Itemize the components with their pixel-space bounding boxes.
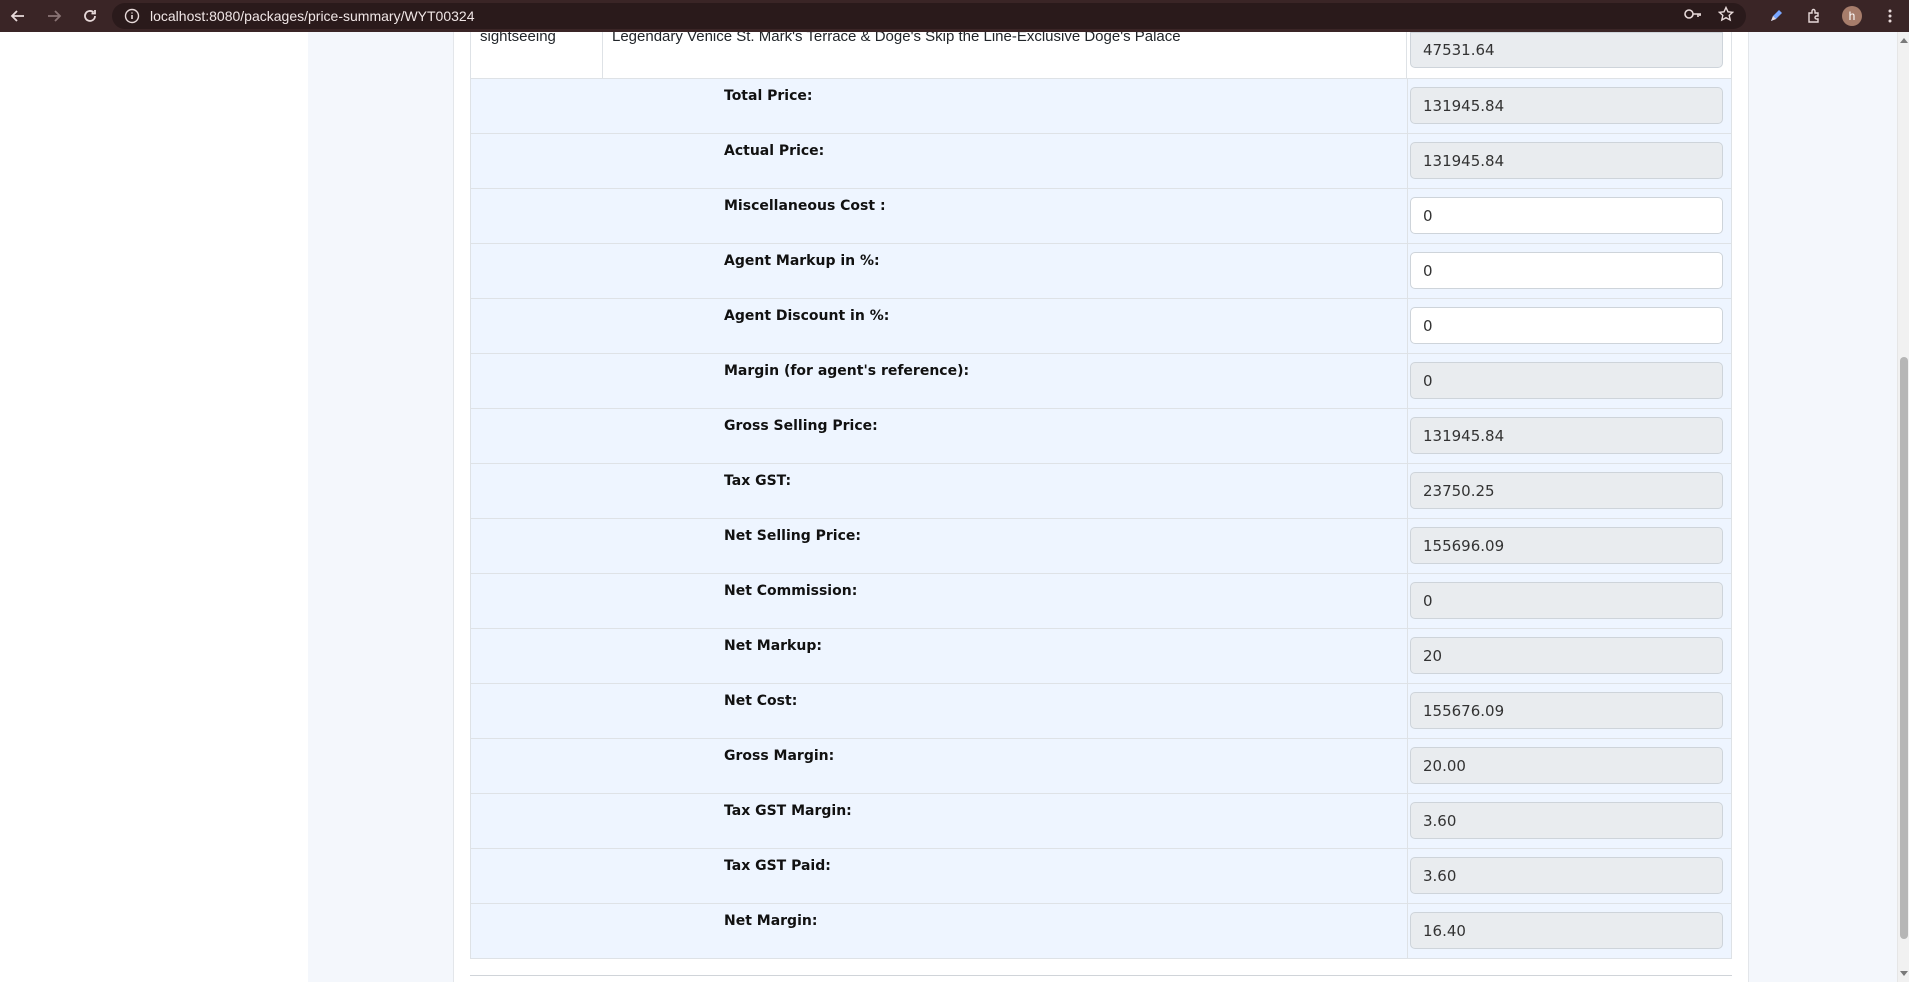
summary-row: Net Commission: 0 bbox=[471, 573, 1731, 628]
column-divider bbox=[1407, 849, 1408, 903]
summary-label: Total Price: bbox=[724, 88, 813, 104]
summary-row: Agent Discount in %: 0 bbox=[471, 298, 1731, 353]
summary-row: Net Selling Price: 155696.09 bbox=[471, 518, 1731, 573]
summary-label: Agent Markup in %: bbox=[724, 253, 880, 269]
summary-label: Net Commission: bbox=[724, 583, 858, 599]
summary-label: Net Selling Price: bbox=[724, 528, 861, 544]
forward-icon[interactable] bbox=[36, 0, 72, 32]
summary-readonly-field: 131945.84 bbox=[1410, 142, 1723, 179]
summary-row: Miscellaneous Cost : 0 bbox=[471, 188, 1731, 243]
menu-icon[interactable] bbox=[1871, 0, 1909, 32]
section-divider bbox=[470, 975, 1732, 976]
summary-label: Tax GST Paid: bbox=[724, 858, 831, 874]
column-divider bbox=[1407, 574, 1408, 628]
summary-readonly-field: 16.40 bbox=[1410, 912, 1723, 949]
service-type-cell: sightseeing bbox=[471, 32, 603, 78]
summary-label: Net Markup: bbox=[724, 638, 822, 654]
column-divider bbox=[1407, 739, 1408, 793]
column-divider bbox=[1407, 464, 1408, 518]
column-divider bbox=[1407, 904, 1408, 958]
summary-row: Net Cost: 155676.09 bbox=[471, 683, 1731, 738]
avatar: h bbox=[1842, 6, 1862, 26]
summary-label: Actual Price: bbox=[724, 143, 825, 159]
service-type-text: sightseeing bbox=[480, 32, 556, 45]
scroll-up-icon[interactable] bbox=[1900, 38, 1908, 43]
column-divider bbox=[1407, 409, 1408, 463]
summary-input[interactable]: 0 bbox=[1410, 307, 1723, 344]
summary-readonly-field: 3.60 bbox=[1410, 802, 1723, 839]
column-divider bbox=[1407, 79, 1408, 133]
pen-icon[interactable] bbox=[1757, 0, 1795, 32]
column-divider bbox=[1407, 354, 1408, 408]
column-divider bbox=[1407, 134, 1408, 188]
summary-label: Margin (for agent's reference): bbox=[724, 363, 970, 379]
back-icon[interactable] bbox=[0, 0, 36, 32]
summary-label: Miscellaneous Cost : bbox=[724, 198, 886, 214]
summary-row: Gross Margin: 20.00 bbox=[471, 738, 1731, 793]
summary-input[interactable]: 0 bbox=[1410, 197, 1723, 234]
summary-label: Gross Margin: bbox=[724, 748, 835, 764]
summary-row: Tax GST Paid: 3.60 bbox=[471, 848, 1731, 903]
reload-icon[interactable] bbox=[72, 0, 108, 32]
summary-label: Gross Selling Price: bbox=[724, 418, 878, 434]
summary-readonly-field: 0 bbox=[1410, 362, 1723, 399]
summary-label: Net Margin: bbox=[724, 913, 818, 929]
url-text[interactable]: localhost:8080/packages/price-summary/WY… bbox=[150, 8, 475, 24]
profile-avatar[interactable]: h bbox=[1833, 0, 1871, 32]
column-divider bbox=[1407, 189, 1408, 243]
summary-row: Tax GST: 23750.25 bbox=[471, 463, 1731, 518]
summary-label: Net Cost: bbox=[724, 693, 798, 709]
summary-readonly-field: 131945.84 bbox=[1410, 417, 1723, 454]
summary-label: Tax GST: bbox=[724, 473, 792, 489]
service-description-cell: Legendary Venice St. Mark's Terrace & Do… bbox=[603, 32, 1407, 78]
summary-readonly-field: 155696.09 bbox=[1410, 527, 1723, 564]
summary-row: Margin (for agent's reference): 0 bbox=[471, 353, 1731, 408]
summary-row: Net Margin: 16.40 bbox=[471, 903, 1731, 958]
summary-readonly-field: 20.00 bbox=[1410, 747, 1723, 784]
address-bar[interactable]: localhost:8080/packages/price-summary/WY… bbox=[112, 3, 1746, 29]
summary-row: Net Markup: 20 bbox=[471, 628, 1731, 683]
summary-readonly-field: 3.60 bbox=[1410, 857, 1723, 894]
bookmark-star-icon[interactable] bbox=[1717, 5, 1735, 26]
summary-readonly-field: 155676.09 bbox=[1410, 692, 1723, 729]
browser-toolbar: localhost:8080/packages/price-summary/WY… bbox=[0, 0, 1909, 32]
page-viewport: sightseeing Legendary Venice St. Mark's … bbox=[0, 32, 1897, 982]
summary-row: Gross Selling Price: 131945.84 bbox=[471, 408, 1731, 463]
summary-label: Tax GST Margin: bbox=[724, 803, 852, 819]
summary-row: Actual Price: 131945.84 bbox=[471, 133, 1731, 188]
sightseeing-row: sightseeing Legendary Venice St. Mark's … bbox=[471, 32, 1731, 78]
service-price-field: 47531.64 bbox=[1410, 32, 1723, 68]
summary-label: Agent Discount in %: bbox=[724, 308, 890, 324]
price-summary-table: sightseeing Legendary Venice St. Mark's … bbox=[470, 32, 1732, 959]
column-divider bbox=[1407, 684, 1408, 738]
scrollbar-thumb[interactable] bbox=[1900, 357, 1908, 939]
column-divider bbox=[1407, 794, 1408, 848]
service-description-text: Legendary Venice St. Mark's Terrace & Do… bbox=[612, 32, 1181, 45]
password-key-icon[interactable] bbox=[1684, 7, 1702, 25]
summary-row: Total Price: 131945.84 bbox=[471, 78, 1731, 133]
column-divider bbox=[1407, 299, 1408, 353]
summary-readonly-field: 23750.25 bbox=[1410, 472, 1723, 509]
page-scrollbar[interactable] bbox=[1897, 32, 1909, 982]
column-divider bbox=[1407, 244, 1408, 298]
column-divider bbox=[1407, 519, 1408, 573]
summary-readonly-field: 0 bbox=[1410, 582, 1723, 619]
summary-readonly-field: 20 bbox=[1410, 637, 1723, 674]
scroll-down-icon[interactable] bbox=[1900, 971, 1908, 976]
site-info-icon[interactable] bbox=[118, 8, 146, 24]
summary-readonly-field: 131945.84 bbox=[1410, 87, 1723, 124]
summary-row: Tax GST Margin: 3.60 bbox=[471, 793, 1731, 848]
column-divider bbox=[1407, 629, 1408, 683]
summary-row: Agent Markup in %: 0 bbox=[471, 243, 1731, 298]
summary-input[interactable]: 0 bbox=[1410, 252, 1723, 289]
extensions-icon[interactable] bbox=[1795, 0, 1833, 32]
